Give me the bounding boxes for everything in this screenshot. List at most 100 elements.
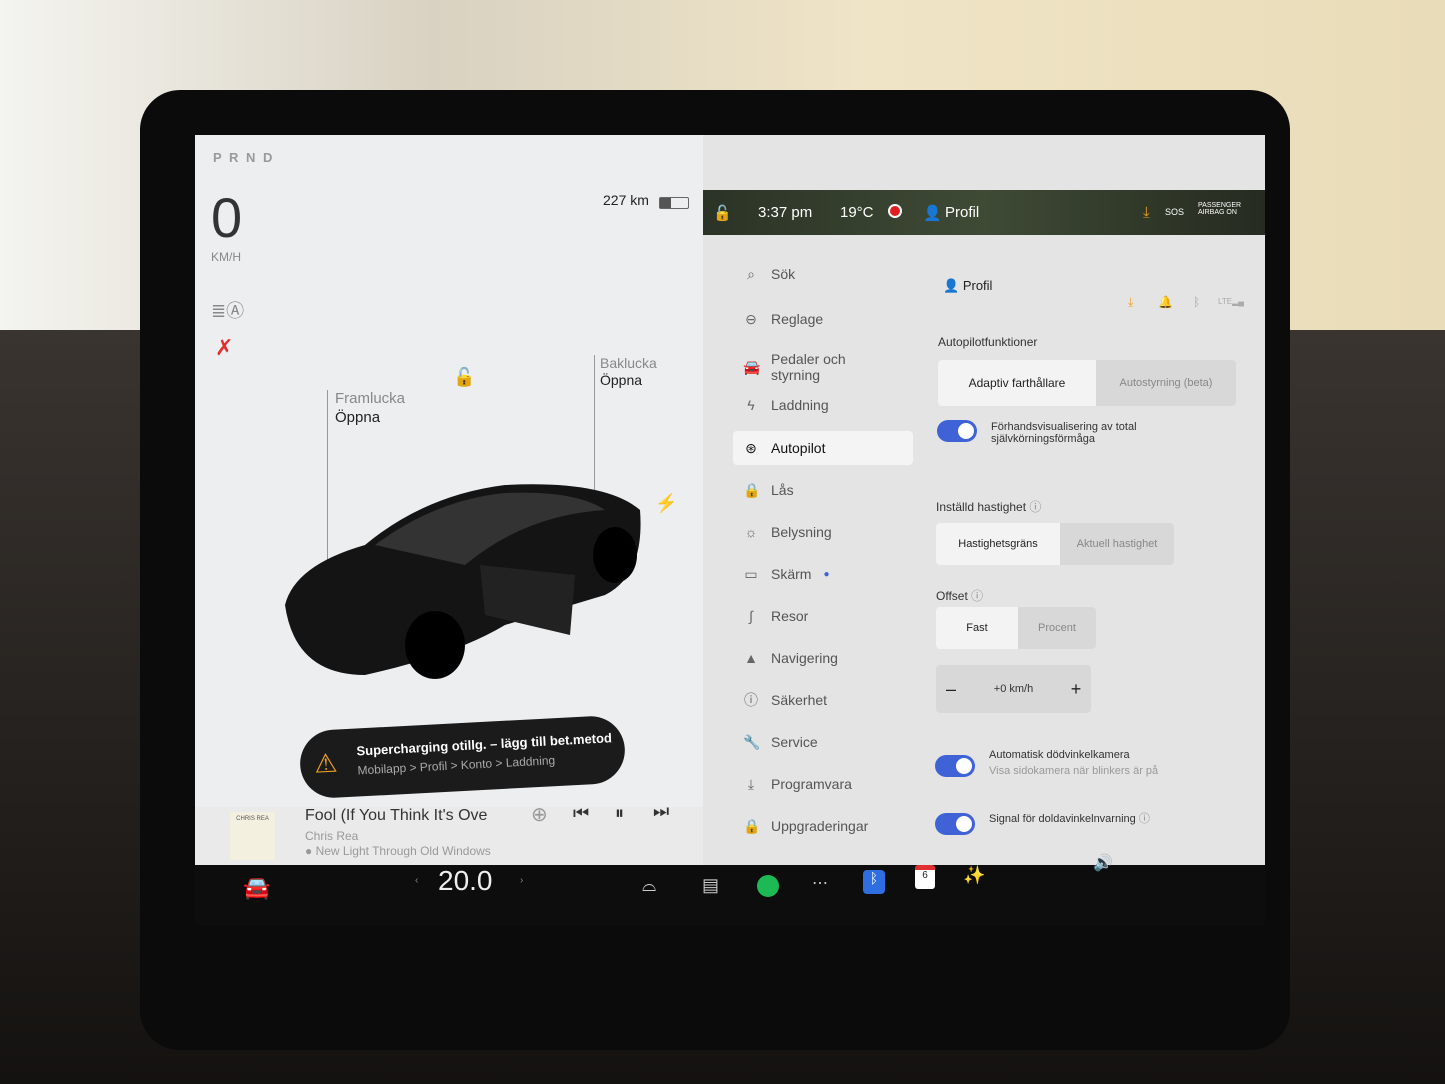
menu-item-autopilot[interactable]: ⊛ Autopilot: [733, 431, 913, 465]
menu-label: Lås: [771, 482, 794, 498]
arcade-icon[interactable]: ✨: [963, 865, 985, 886]
offset-minus-button[interactable]: –: [936, 679, 966, 700]
menu-item-trips[interactable]: ∫ Resor: [733, 599, 913, 633]
settings-profile[interactable]: 👤 Profil: [943, 278, 992, 294]
next-track-button[interactable]: ⏭: [653, 801, 669, 822]
set-speed-selector: Hastighetsgräns Aktuell hastighet: [936, 523, 1174, 565]
sos-button[interactable]: SOS: [1165, 207, 1184, 217]
charge-port-icon[interactable]: ⚡: [655, 493, 677, 514]
speed: 0: [211, 186, 243, 249]
menu-item-display[interactable]: ▭ Skärm ●: [733, 557, 913, 591]
calendar-icon[interactable]: 6: [915, 865, 935, 889]
taskbar: 🚘 ‹ 20.0 › ⌓ ▤ ⋯ ᛒ 6 ✨ 🔊: [195, 855, 1265, 925]
offset-plus-button[interactable]: +: [1061, 679, 1091, 700]
info-icon[interactable]: ⓘ: [971, 589, 983, 603]
menu-item-upgrades[interactable]: 🔒 Uppgraderingar: [733, 809, 913, 843]
menu-label: Resor: [771, 608, 809, 624]
previous-track-button[interactable]: ⏮: [573, 803, 589, 824]
option-adaptive-cruise[interactable]: Adaptiv farthållare: [938, 360, 1096, 406]
set-speed-label: Inställd hastighet ⓘ: [936, 498, 1041, 515]
outside-temperature: 19°C: [840, 204, 874, 221]
media-player: CHRIS REA Fool (If You Think It's Ove Ch…: [195, 801, 703, 865]
pause-button[interactable]: ⏸: [615, 803, 624, 824]
track-artist: Chris Rea: [305, 829, 359, 843]
menu-item-search[interactable]: ⌕ Sök: [733, 257, 913, 291]
fsd-preview-label: Förhandsvisualisering av total självkörn…: [991, 421, 1137, 445]
passenger-airbag-status: PASSENGER AIRBAG ON: [1198, 202, 1242, 216]
trunk-open-button[interactable]: Öppna: [600, 372, 642, 388]
temp-down-button[interactable]: ‹: [415, 875, 418, 886]
autopilot-features-selector: Adaptiv farthållare Autostyrning (beta): [938, 360, 1236, 406]
offset-text: Offset: [936, 589, 968, 603]
alert-title: Supercharging otillg. – lägg till bet.me…: [356, 730, 613, 759]
cabin-temperature[interactable]: 20.0: [438, 865, 493, 897]
menu-label: Autopilot: [771, 440, 826, 456]
car-icon[interactable]: 🚘: [243, 875, 270, 901]
car-panel: P R N D 0 KM/H ≣Ⓐ ✗ 227 km Framlucka Öpp…: [195, 135, 703, 925]
battery-icon: [659, 197, 689, 209]
offset-stepper: – +0 km/h +: [936, 665, 1091, 713]
sun-icon: ☼: [744, 524, 758, 540]
bell-icon: 🔔: [1158, 295, 1173, 309]
menu-item-controls[interactable]: ⊖ Reglage: [733, 302, 913, 336]
lock-icon: 🔒: [743, 481, 761, 498]
blind-spot-camera-toggle[interactable]: [935, 755, 975, 777]
menu-item-locks[interactable]: 🔒 Lås: [733, 473, 913, 507]
frunk-open-button[interactable]: Öppna: [335, 409, 380, 426]
option-percent[interactable]: Procent: [1018, 607, 1096, 649]
menu-label: Pedaler och styrning: [771, 351, 846, 383]
menu-item-safety[interactable]: ⓘ Säkerhet: [733, 683, 913, 717]
status-bar: 🔓 3:37 pm 19°C 👤 Profil ⤓ SOS PASSENGER …: [703, 190, 1265, 235]
fsd-preview-toggle[interactable]: [937, 420, 977, 442]
speed-unit: KM/H: [211, 250, 241, 264]
more-apps-icon[interactable]: ⋯: [812, 873, 828, 893]
track-title: Fool (If You Think It's Ove: [305, 807, 488, 824]
option-fixed[interactable]: Fast: [936, 607, 1018, 649]
supercharging-alert[interactable]: ⚠ Supercharging otillg. – lägg till bet.…: [298, 714, 627, 800]
lock-status-icon[interactable]: 🔓: [713, 204, 732, 222]
profile-button[interactable]: Profil: [945, 204, 979, 221]
option-speed-limit[interactable]: Hastighetsgräns: [936, 523, 1060, 565]
alert-circle-icon: ⓘ: [744, 692, 758, 708]
volume-icon[interactable]: 🔊: [1093, 853, 1113, 873]
menu-label: Skärm: [771, 566, 812, 582]
spotify-icon[interactable]: [757, 875, 779, 897]
car-model-image: [285, 484, 641, 679]
menu-item-pedals-steering[interactable]: 🚘 Pedaler och styrning: [733, 345, 853, 389]
bluetooth-app-icon[interactable]: ᛒ: [863, 870, 885, 894]
add-favorite-button[interactable]: ⊕: [531, 802, 548, 827]
set-speed-text: Inställd hastighet: [936, 500, 1027, 514]
update-icon: ⤓: [1128, 295, 1134, 309]
menu-item-navigation[interactable]: ▲ Navigering: [733, 641, 913, 675]
menu-item-software[interactable]: ⤓ Programvara: [733, 767, 913, 801]
menu-item-charging[interactable]: ϟ Laddning: [733, 388, 913, 422]
menu-label: Säkerhet: [771, 692, 828, 708]
temp-up-button[interactable]: ›: [520, 875, 523, 886]
info-icon[interactable]: ⓘ: [1029, 500, 1041, 514]
trunk-label: Baklucka: [600, 355, 657, 371]
menu-label: Laddning: [771, 397, 829, 413]
info-icon[interactable]: ⓘ: [1139, 813, 1150, 825]
spotify-small-icon: ●: [305, 844, 316, 858]
unlock-icon[interactable]: 🔓: [453, 367, 475, 388]
seatbelt-warning-icon: ✗: [215, 335, 234, 360]
download-icon: ⤓: [747, 775, 755, 792]
lte-signal-icon: LTE▂▄: [1218, 297, 1244, 306]
toybox-icon[interactable]: ▤: [702, 875, 719, 896]
blind-spot-camera-sublabel: Visa sidokamera när blinkers är på: [989, 765, 1159, 777]
dashcam-record-icon[interactable]: [888, 204, 902, 218]
software-update-icon[interactable]: ⤓: [1143, 204, 1150, 221]
settings-profile-label: Profil: [962, 278, 993, 293]
option-autosteer[interactable]: Autostyrning (beta): [1096, 360, 1236, 406]
option-current-speed[interactable]: Aktuell hastighet: [1060, 523, 1174, 565]
menu-label: Belysning: [771, 524, 832, 540]
menu-item-lights[interactable]: ☼ Belysning: [733, 515, 913, 549]
blind-spot-chime-toggle[interactable]: [935, 813, 975, 835]
profile-icon[interactable]: 👤: [923, 204, 942, 222]
blind-spot-chime-label: Signal för doldavinkelnvarning ⓘ: [989, 810, 1150, 826]
menu-item-service[interactable]: 🔧 Service: [733, 725, 913, 759]
trips-icon: ∫: [749, 608, 753, 624]
album-art-text: CHRIS REA: [236, 816, 269, 822]
menu-label: Programvara: [771, 776, 852, 792]
wiper-icon[interactable]: ⌓: [642, 875, 656, 896]
